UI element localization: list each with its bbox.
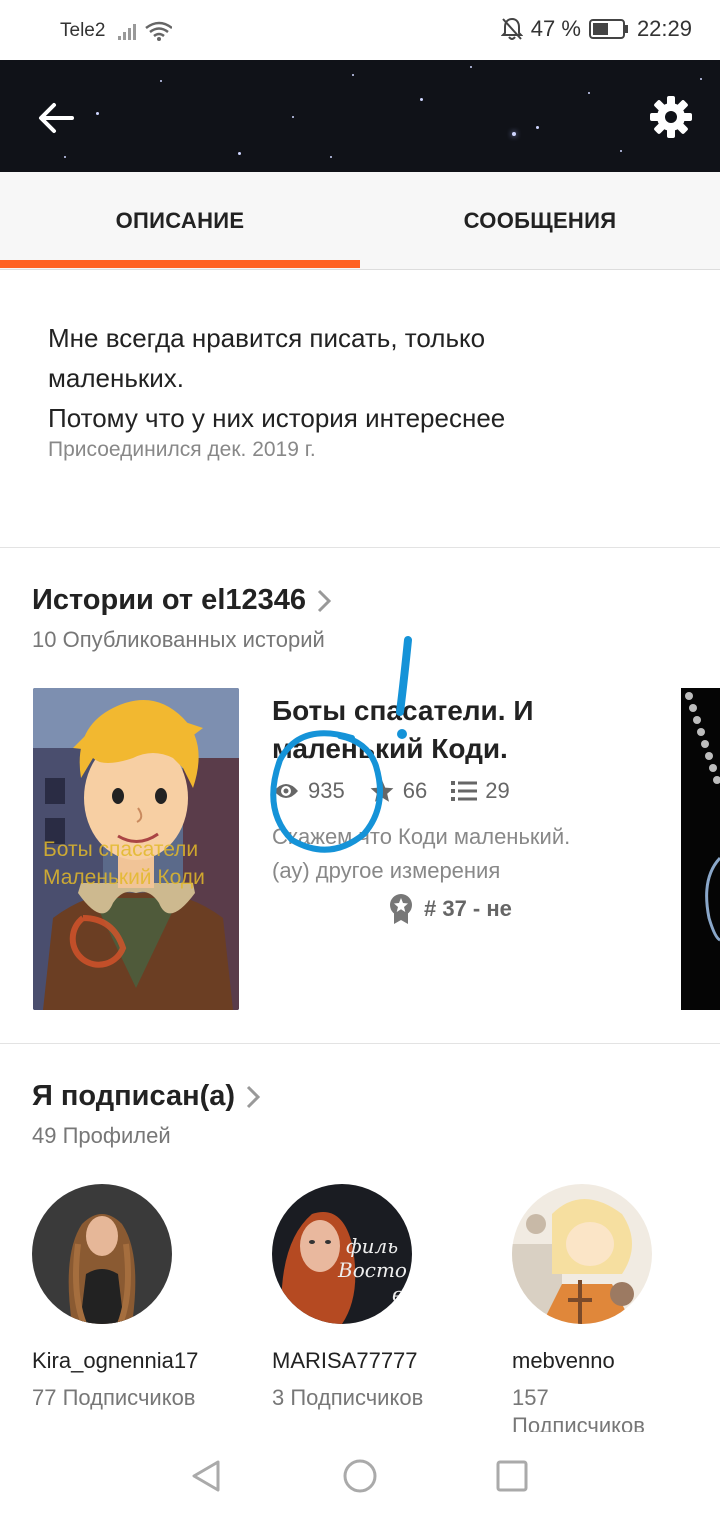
followers-number: 157	[512, 1385, 549, 1410]
joined-date: Присоединился дек. 2019 г.	[48, 438, 316, 461]
votes-stat: 66	[369, 778, 427, 804]
profile-description: Мне всегда нравится писать, только мален…	[48, 318, 668, 438]
clock: 22:29	[636, 16, 692, 41]
nav-home-icon[interactable]	[342, 1458, 378, 1494]
list-icon	[451, 781, 478, 801]
story-desc-line: Скажем что Коди маленький.	[272, 824, 571, 849]
parts-count: 29	[485, 778, 510, 803]
tab-messages[interactable]: СООБЩЕНИЯ	[360, 172, 720, 269]
parts-stat: 29	[451, 778, 510, 804]
story-rank: # 37 - не	[388, 893, 512, 925]
system-nav-bar	[0, 1432, 720, 1520]
story-cover[interactable]: Боты спасатели Маленький Коди	[33, 688, 239, 1010]
avatar-overlay-text: филь Восто в	[338, 1234, 407, 1306]
avatar-text-line: Восто	[338, 1258, 407, 1282]
stories-section-title[interactable]: Истории от el12346	[32, 584, 332, 617]
profile-name[interactable]: MARISA77777	[272, 1348, 472, 1374]
star-icon	[370, 780, 394, 802]
nav-back-icon[interactable]	[188, 1458, 224, 1494]
profile-name[interactable]: Kira_ognennia17	[32, 1348, 232, 1374]
description-line: маленьких.	[48, 363, 184, 393]
rank-text: # 37 - не	[424, 896, 512, 921]
profile-tabs: ОПИСАНИЕ СООБЩЕНИЯ	[0, 172, 720, 270]
votes-count: 66	[402, 778, 428, 803]
battery-icon	[588, 19, 628, 39]
following-title-text: Я подписан(а)	[32, 1080, 236, 1112]
avatar-image	[32, 1184, 172, 1324]
avatar[interactable]: филь Восто в	[272, 1184, 412, 1324]
story-title[interactable]: Боты спасатели. И маленький Коди.	[272, 692, 692, 768]
story-title-line: Боты спасатели. И	[272, 695, 534, 726]
avatar[interactable]	[512, 1184, 652, 1324]
following-section-title[interactable]: Я подписан(а)	[32, 1080, 261, 1113]
back-arrow-icon[interactable]	[34, 96, 78, 140]
tab-description[interactable]: ОПИСАНИЕ	[0, 172, 360, 269]
profile-followers: 3 Подписчиков	[272, 1385, 424, 1410]
profile-card: mebvenno 157 Подписчиков	[512, 1184, 712, 1440]
stories-count: 10 Опубликованных историй	[32, 627, 325, 652]
description-line: Мне всегда нравится писать, только	[48, 323, 486, 353]
chevron-right-icon	[247, 1085, 261, 1108]
profile-name[interactable]: mebvenno	[512, 1348, 712, 1374]
chevron-right-icon	[317, 589, 332, 612]
avatar-text-line: в	[392, 1282, 404, 1306]
section-divider	[0, 1043, 720, 1044]
signal-wifi-icon	[118, 21, 172, 41]
avatar[interactable]	[32, 1184, 172, 1324]
nav-recents-icon[interactable]	[494, 1458, 530, 1494]
carrier-name: Tele2	[60, 20, 106, 41]
profile-followers: 77 Подписчиков	[32, 1385, 196, 1410]
avatar-image	[512, 1184, 652, 1324]
section-divider	[0, 547, 720, 548]
eye-icon	[274, 784, 298, 798]
profile-card: филь Восто в MARISA77777 3 Подписчиков	[272, 1184, 472, 1412]
story-stats: 935 66 29	[272, 778, 534, 804]
cover-text-line: Маленький Коди	[43, 866, 205, 889]
status-bar: Tele2 47 % 22:29	[0, 0, 720, 60]
following-count: 49 Профилей	[32, 1123, 171, 1148]
avatar-text-line: филь	[346, 1234, 399, 1258]
profile-card: Kira_ognennia17 77 Подписчиков	[32, 1184, 232, 1412]
story-desc-line: (ау) другое измерения	[272, 858, 501, 883]
rank-badge-icon	[390, 894, 412, 924]
battery-percent: 47 %	[530, 16, 581, 41]
stories-title-text: Истории от el12346	[32, 584, 307, 616]
views-stat: 935	[272, 778, 345, 804]
settings-gear-icon[interactable]	[648, 94, 694, 140]
active-tab-indicator	[0, 260, 360, 268]
profile-header	[0, 60, 720, 172]
story-title-line: маленький Коди.	[272, 733, 508, 764]
cover-text-line: Боты спасатели	[43, 838, 199, 861]
cover-title-overlay: Боты спасатели Маленький Коди	[43, 836, 205, 892]
description-line: Потому что у них история интереснее	[48, 403, 506, 433]
bell-off-icon	[500, 17, 523, 40]
story-description: Скажем что Коди маленький. (ау) другое и…	[272, 820, 652, 888]
views-count: 935	[308, 778, 345, 803]
